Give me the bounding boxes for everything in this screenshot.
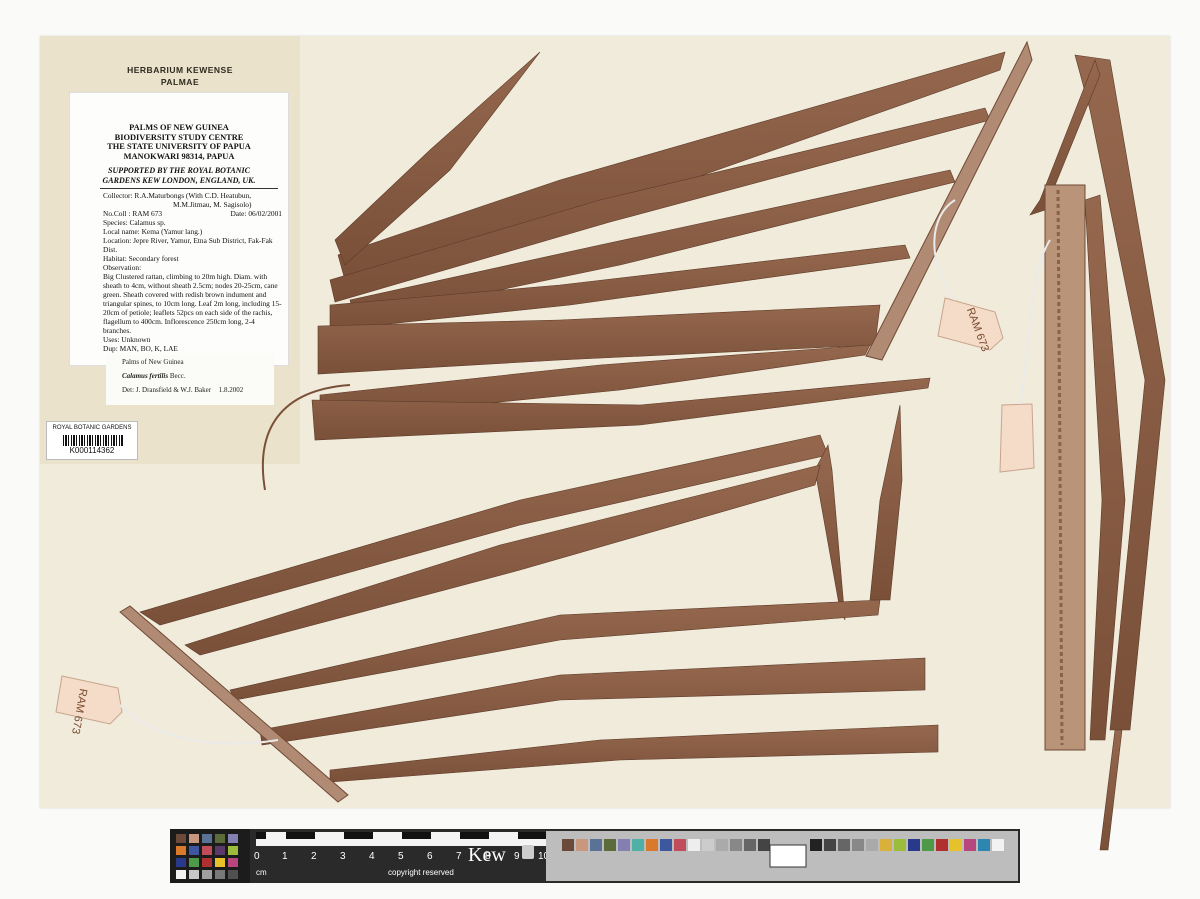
- leaflet: [329, 107, 991, 303]
- det-date: 1.8.2002: [218, 386, 244, 394]
- observation-label: Observation:: [103, 263, 142, 272]
- sponsor-line: SUPPORTED BY THE ROYAL BOTANIC: [108, 166, 250, 175]
- duplicates: Dup: MAN, BO, K, LAE: [103, 344, 178, 353]
- local-name: Local name: Kema (Yamur lang.): [103, 227, 203, 236]
- leaflet: [1074, 54, 1166, 731]
- det-taxon: Calamus fertilis: [122, 372, 169, 380]
- sponsor-line: GARDENS KEW LONDON, ENGLAND, UK.: [102, 175, 256, 185]
- tick-label: 2: [311, 851, 317, 862]
- uses: Uses: Unknown: [103, 335, 151, 344]
- institution-line: THE STATE UNIVERSITY OF PAPUA: [107, 142, 251, 151]
- location: Location: Jepre River, Yamur, Etna Sub D…: [103, 236, 273, 254]
- barcode: K000114362: [46, 433, 138, 460]
- tag-cane: [999, 239, 1051, 473]
- collection-date: Date: 06/02/2001: [230, 209, 282, 218]
- institution-line: PALMS OF NEW GUINEA: [129, 123, 229, 132]
- leaflet: [329, 724, 939, 783]
- tick-label: 9: [514, 851, 520, 862]
- barcode-bars: [63, 435, 123, 446]
- copyright: copyright reserved: [388, 868, 454, 877]
- tick-label: 7: [456, 851, 462, 862]
- tick-label: 1: [282, 851, 288, 862]
- collector-others: M.M.Jitmau, M. Sagisolo): [173, 200, 252, 209]
- leaflet: [1099, 729, 1123, 851]
- leaflet: [814, 444, 846, 621]
- scale-color-bar: 0 1 2 3 4 5 6 7 8 9 10 cm copyright rese…: [170, 829, 1020, 883]
- tick-label: 5: [398, 851, 404, 862]
- determination-label: Palms of New Guinea Calamus fertilis Bec…: [106, 355, 274, 405]
- det-region: Palms of New Guinea: [122, 358, 184, 366]
- habitat: Habitat: Secondary forest: [103, 254, 179, 263]
- crest-icon: [522, 845, 534, 859]
- label-divider: [100, 188, 278, 189]
- upper-leaf: [311, 51, 1006, 441]
- tick-label: 3: [340, 851, 346, 862]
- kew-logo: Kew: [468, 844, 506, 866]
- cane-section: [1044, 184, 1086, 751]
- leaflet: [869, 404, 903, 601]
- det-by: Det: J. Dransfield & W.J. Baker: [122, 386, 212, 394]
- collector: Collector: R.A.Maturbongs (With C.D. Hea…: [103, 191, 252, 200]
- species: Species: Calamus sp.: [103, 218, 166, 227]
- det-author: Becc.: [169, 372, 186, 380]
- institution-block: PALMS OF NEW GUINEA BIODIVERSITY STUDY C…: [70, 123, 288, 161]
- tick-label: 4: [369, 851, 375, 862]
- label-body: Collector: R.A.Maturbongs (With C.D. Hea…: [70, 191, 288, 353]
- tick-label: 6: [427, 851, 433, 862]
- tick-label: 0: [254, 851, 260, 862]
- barcode-number: K000114362: [69, 446, 115, 455]
- leaflet: [139, 434, 829, 626]
- det-name-row: Calamus fertilis Becc.: [122, 369, 274, 383]
- institution-line: MANOKWARI 98314, PAPUA: [123, 151, 235, 161]
- number-row: No.Coll : RAM 673 Date: 06/02/2001: [103, 209, 282, 218]
- institution-line: BIODIVERSITY STUDY CENTRE: [114, 132, 244, 142]
- det-row: Det: J. Dransfield & W.J. Baker 1.8.2002: [122, 383, 274, 397]
- collection-number: No.Coll : RAM 673: [103, 209, 163, 218]
- collection-label: PALMS OF NEW GUINEA BIODIVERSITY STUDY C…: [69, 92, 289, 366]
- observation: Big Clustered rattan, climbing to 20m hi…: [103, 272, 282, 335]
- ruler-unit: cm: [256, 868, 267, 877]
- sponsor-block: SUPPORTED BY THE ROYAL BOTANIC GARDENS K…: [70, 166, 288, 185]
- scale-graphics: 0 1 2 3 4 5 6 7 8 9 10 cm copyright rese…: [170, 829, 1018, 883]
